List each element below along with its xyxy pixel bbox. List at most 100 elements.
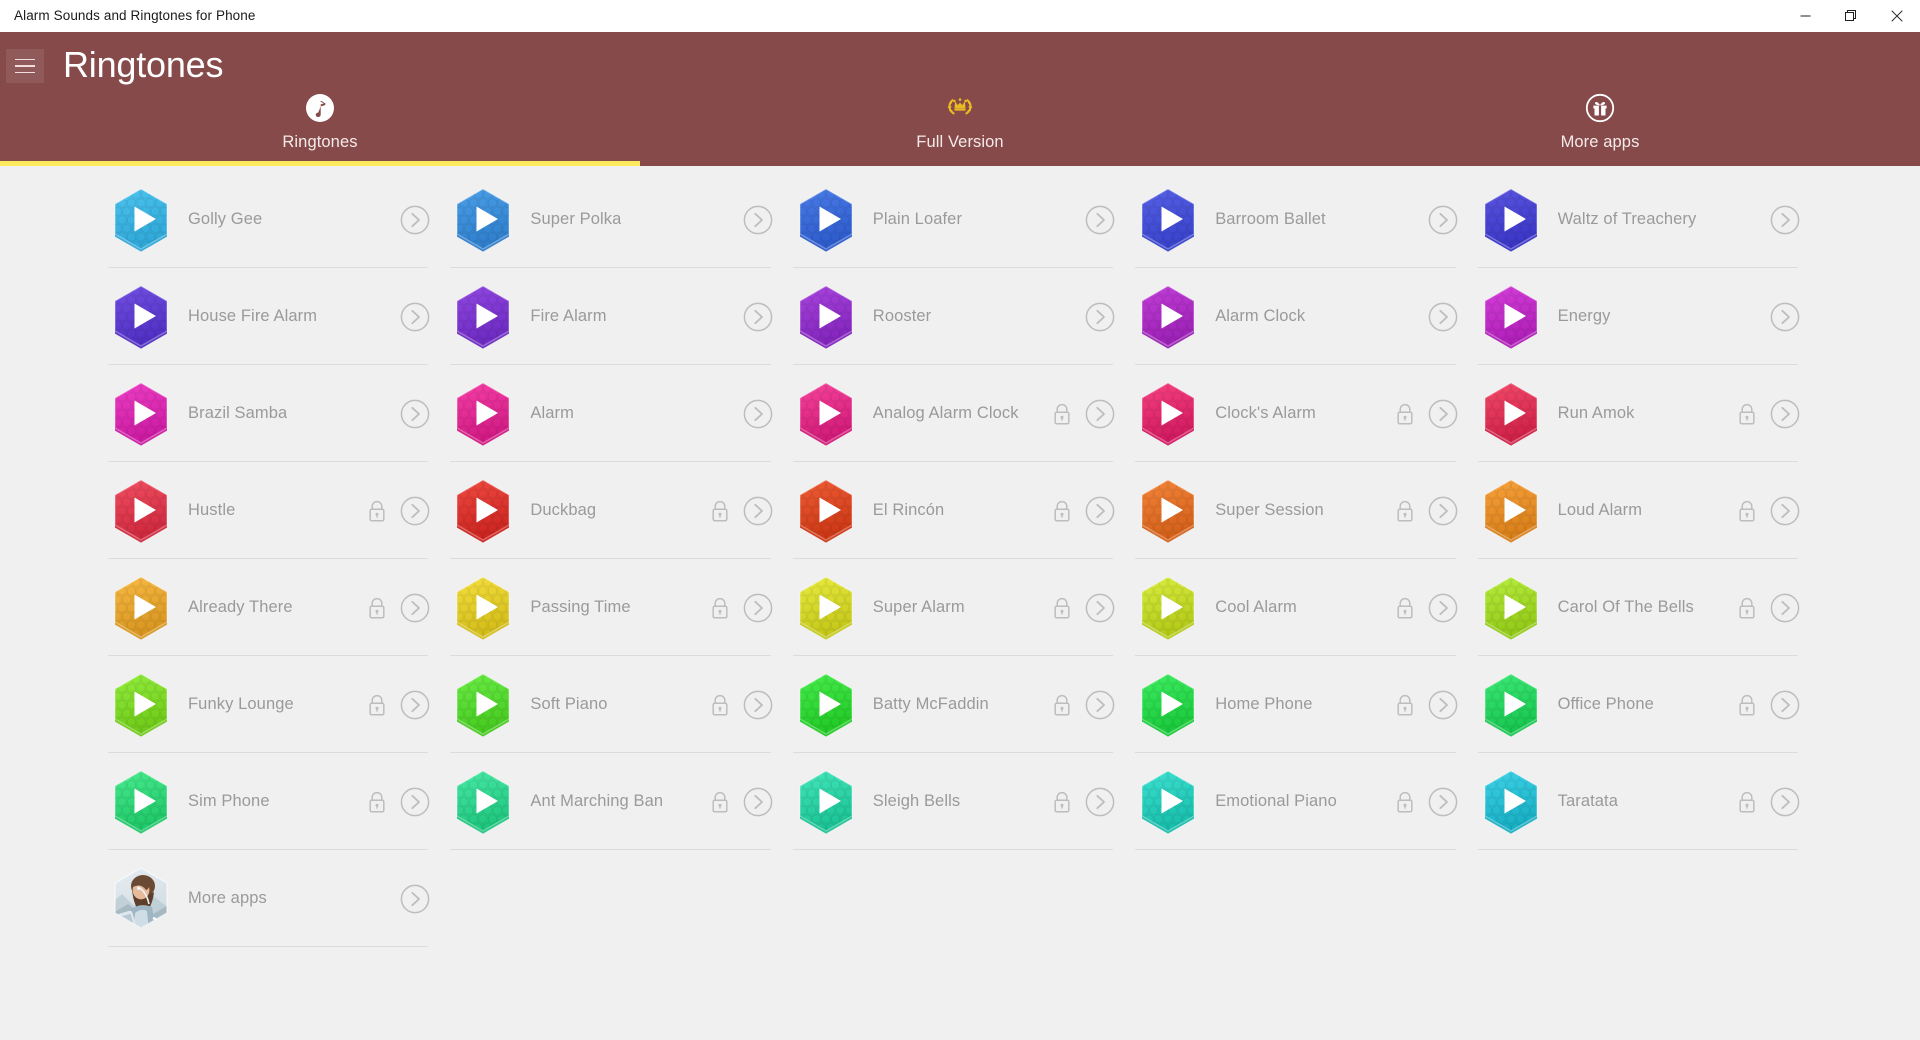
ringtone-row[interactable]: Rooster (792, 268, 1135, 365)
lock-icon[interactable] (710, 693, 730, 717)
ringtone-row[interactable]: Passing Time (450, 559, 792, 656)
lock-icon[interactable] (367, 693, 387, 717)
restore-button[interactable] (1828, 0, 1874, 32)
play-hexagon-icon[interactable] (108, 478, 174, 544)
lock-icon[interactable] (1395, 499, 1415, 523)
lock-icon[interactable] (367, 596, 387, 620)
ringtone-row[interactable]: El Rincón (792, 462, 1135, 559)
tab-ringtones[interactable]: Ringtones (0, 84, 640, 166)
play-hexagon-icon[interactable] (1135, 187, 1201, 253)
ringtone-row[interactable]: Sleigh Bells (792, 753, 1135, 850)
chevron-right-circle-icon[interactable] (400, 690, 430, 720)
lock-icon[interactable] (367, 790, 387, 814)
ringtone-row[interactable]: Fire Alarm (450, 268, 792, 365)
chevron-right-circle-icon[interactable] (1770, 690, 1800, 720)
chevron-right-circle-icon[interactable] (1428, 399, 1458, 429)
minimize-button[interactable] (1782, 0, 1828, 32)
chevron-right-circle-icon[interactable] (1085, 302, 1115, 332)
play-hexagon-icon[interactable] (1478, 769, 1544, 835)
play-hexagon-icon[interactable] (793, 672, 859, 738)
lock-icon[interactable] (1395, 402, 1415, 426)
ringtone-row[interactable]: Plain Loafer (792, 171, 1135, 268)
play-hexagon-icon[interactable] (108, 381, 174, 447)
lock-icon[interactable] (710, 499, 730, 523)
chevron-right-circle-icon[interactable] (1428, 302, 1458, 332)
play-hexagon-icon[interactable] (450, 284, 516, 350)
chevron-right-circle-icon[interactable] (1428, 787, 1458, 817)
play-hexagon-icon[interactable] (1135, 284, 1201, 350)
play-hexagon-icon[interactable] (793, 187, 859, 253)
lock-icon[interactable] (1052, 402, 1072, 426)
chevron-right-circle-icon[interactable] (1085, 205, 1115, 235)
lock-icon[interactable] (1737, 790, 1757, 814)
lock-icon[interactable] (1737, 402, 1757, 426)
chevron-right-circle-icon[interactable] (743, 302, 773, 332)
ringtone-row[interactable]: Hustle (108, 462, 450, 559)
ringtone-row[interactable]: Cool Alarm (1135, 559, 1477, 656)
play-hexagon-icon[interactable] (450, 672, 516, 738)
chevron-right-circle-icon[interactable] (400, 205, 430, 235)
lock-icon[interactable] (1052, 693, 1072, 717)
ringtone-row[interactable]: House Fire Alarm (108, 268, 450, 365)
play-hexagon-icon[interactable] (1478, 187, 1544, 253)
chevron-right-circle-icon[interactable] (1085, 690, 1115, 720)
chevron-right-circle-icon[interactable] (743, 787, 773, 817)
ringtone-row[interactable]: Carol Of The Bells (1477, 559, 1820, 656)
play-hexagon-icon[interactable] (450, 381, 516, 447)
ringtone-row[interactable]: Soft Piano (450, 656, 792, 753)
lock-icon[interactable] (1737, 596, 1757, 620)
more-apps-thumbnail[interactable] (108, 866, 174, 932)
ringtone-row[interactable]: Super Session (1135, 462, 1477, 559)
ringtone-row[interactable]: Home Phone (1135, 656, 1477, 753)
ringtone-row[interactable]: Loud Alarm (1477, 462, 1820, 559)
chevron-right-circle-icon[interactable] (400, 496, 430, 526)
ringtone-row[interactable]: Alarm (450, 365, 792, 462)
play-hexagon-icon[interactable] (1135, 575, 1201, 641)
lock-icon[interactable] (710, 790, 730, 814)
play-hexagon-icon[interactable] (1478, 284, 1544, 350)
play-hexagon-icon[interactable] (450, 187, 516, 253)
chevron-right-circle-icon[interactable] (1085, 787, 1115, 817)
tab-full-version[interactable]: Full Version (640, 84, 1280, 166)
play-hexagon-icon[interactable] (793, 769, 859, 835)
chevron-right-circle-icon[interactable] (1085, 496, 1115, 526)
lock-icon[interactable] (1395, 596, 1415, 620)
play-hexagon-icon[interactable] (793, 381, 859, 447)
chevron-right-circle-icon[interactable] (743, 690, 773, 720)
ringtone-row[interactable]: Energy (1477, 268, 1820, 365)
lock-icon[interactable] (1737, 693, 1757, 717)
ringtone-row[interactable]: Duckbag (450, 462, 792, 559)
chevron-right-circle-icon[interactable] (1770, 593, 1800, 623)
lock-icon[interactable] (1052, 499, 1072, 523)
play-hexagon-icon[interactable] (1135, 672, 1201, 738)
chevron-right-circle-icon[interactable] (1085, 593, 1115, 623)
play-hexagon-icon[interactable] (1478, 575, 1544, 641)
chevron-right-circle-icon[interactable] (1085, 399, 1115, 429)
play-hexagon-icon[interactable] (1135, 769, 1201, 835)
lock-icon[interactable] (1052, 790, 1072, 814)
ringtone-row[interactable]: Office Phone (1477, 656, 1820, 753)
chevron-right-circle-icon[interactable] (400, 884, 430, 914)
chevron-right-circle-icon[interactable] (1770, 787, 1800, 817)
close-button[interactable] (1874, 0, 1920, 32)
play-hexagon-icon[interactable] (450, 769, 516, 835)
ringtone-row[interactable]: Analog Alarm Clock (792, 365, 1135, 462)
ringtone-row[interactable]: Barroom Ballet (1135, 171, 1477, 268)
play-hexagon-icon[interactable] (1135, 381, 1201, 447)
chevron-right-circle-icon[interactable] (1428, 690, 1458, 720)
chevron-right-circle-icon[interactable] (1428, 496, 1458, 526)
play-hexagon-icon[interactable] (108, 769, 174, 835)
play-hexagon-icon[interactable] (108, 284, 174, 350)
ringtone-row[interactable]: More apps (108, 850, 450, 947)
chevron-right-circle-icon[interactable] (1770, 302, 1800, 332)
chevron-right-circle-icon[interactable] (400, 302, 430, 332)
ringtone-row[interactable]: Waltz of Treachery (1477, 171, 1820, 268)
ringtone-row[interactable]: Super Polka (450, 171, 792, 268)
play-hexagon-icon[interactable] (108, 187, 174, 253)
tab-more-apps[interactable]: More apps (1280, 84, 1920, 166)
chevron-right-circle-icon[interactable] (743, 593, 773, 623)
lock-icon[interactable] (710, 596, 730, 620)
ringtone-row[interactable]: Already There (108, 559, 450, 656)
play-hexagon-icon[interactable] (1478, 381, 1544, 447)
chevron-right-circle-icon[interactable] (400, 787, 430, 817)
